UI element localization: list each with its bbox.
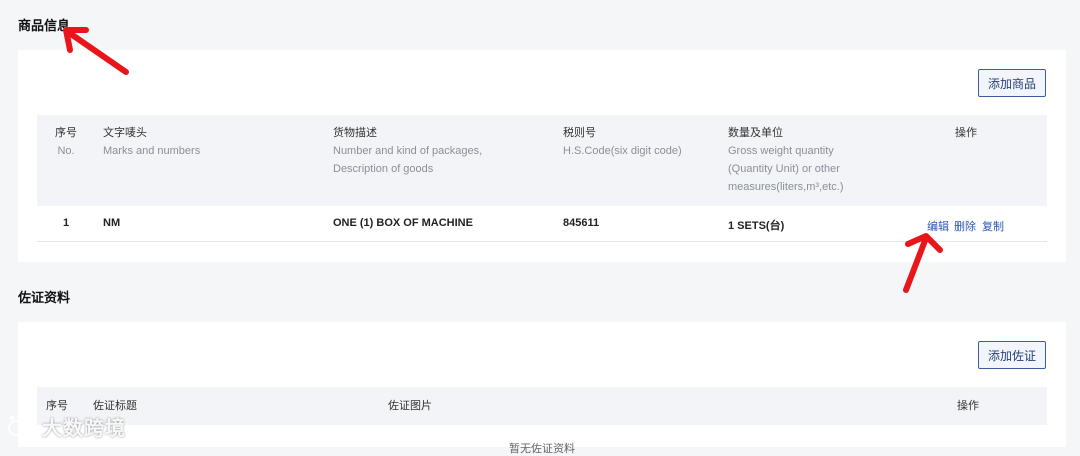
col-quantity-zh: 数量及单位 — [728, 127, 783, 139]
row-no: 1 — [63, 217, 70, 229]
delete-link[interactable]: 删除 — [954, 218, 976, 234]
annotation-arrow-edit — [903, 233, 943, 293]
add-goods-button[interactable]: 添加商品 — [978, 69, 1046, 97]
docs-empty-text: 暂无佐证资料 — [509, 443, 575, 455]
docs-card: 添加佐证 序号 佐证标题 佐证图片 操作 暂无佐证资料 — [18, 322, 1066, 455]
watermark: 大数跨境 — [6, 412, 126, 441]
col-hs-code-zh: 税则号 — [563, 127, 596, 139]
col-description: 货物描述 Number and kind of packages, Descri… — [333, 124, 482, 178]
goods-table-header: 序号 No. 文字唛头 Marks and numbers 货物描述 Numbe… — [37, 115, 1047, 206]
docs-col-actions: 操作 — [957, 400, 979, 412]
col-description-en: Number and kind of packages, Description… — [333, 145, 483, 175]
docs-table-header: 序号 佐证标题 佐证图片 操作 — [37, 387, 1047, 425]
paw-logo-icon — [8, 414, 36, 436]
col-hs-code-en: H.S.Code(six digit code) — [563, 145, 682, 157]
add-evidence-button[interactable]: 添加佐证 — [978, 341, 1046, 369]
col-description-zh: 货物描述 — [333, 127, 377, 139]
row-marks: NM — [103, 217, 121, 229]
row-hs-code: 845611 — [563, 217, 600, 229]
col-quantity: 数量及单位 Gross weight quantity (Quantity Un… — [728, 124, 844, 196]
docs-col-image: 佐证图片 — [388, 400, 432, 412]
col-marks: 文字唛头 Marks and numbers — [103, 124, 200, 160]
col-hs-code: 税则号 H.S.Code(six digit code) — [563, 124, 682, 160]
col-marks-zh: 文字唛头 — [103, 127, 147, 139]
col-quantity-en: Gross weight quantity (Quantity Unit) or… — [728, 145, 844, 193]
annotation-arrow-title — [63, 27, 129, 75]
col-marks-en: Marks and numbers — [103, 145, 201, 157]
row-quantity: 1 SETS(台) — [728, 220, 785, 232]
col-no-en: No. — [57, 145, 75, 157]
row-description: ONE (1) BOX OF MACHINE — [333, 217, 473, 229]
col-no-zh: 序号 — [55, 127, 77, 139]
docs-section-title: 佐证资料 — [18, 290, 71, 305]
col-actions-zh: 操作 — [955, 127, 977, 139]
copy-link[interactable]: 复制 — [982, 218, 1004, 234]
watermark-text: 大数跨境 — [42, 418, 126, 440]
col-no: 序号 No. — [53, 124, 79, 160]
col-actions: 操作 — [955, 124, 977, 142]
